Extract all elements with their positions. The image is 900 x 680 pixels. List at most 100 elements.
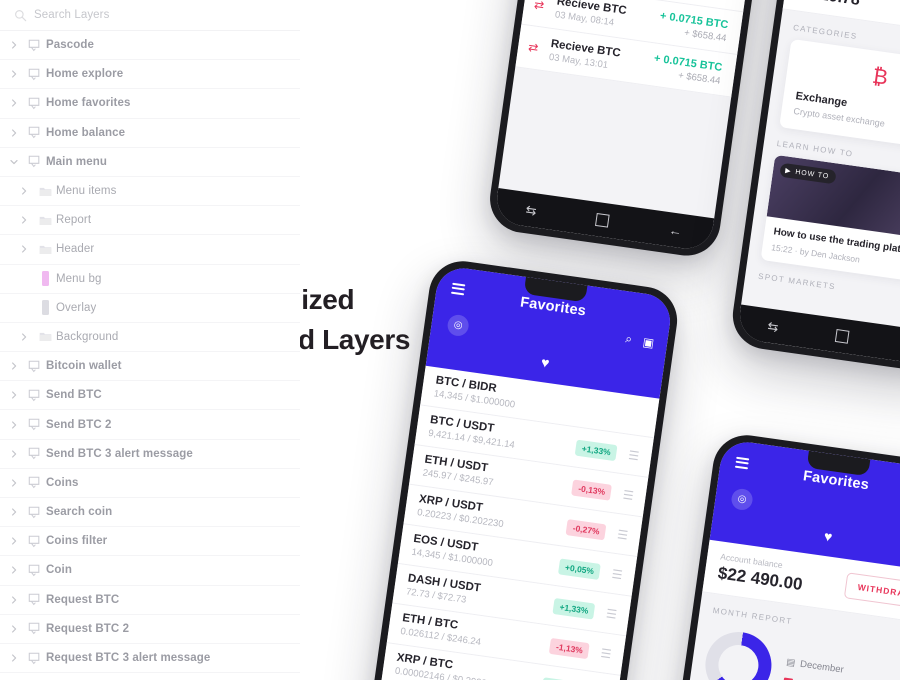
withdraw-button[interactable]: WITHDRAW	[844, 572, 900, 610]
layer-row-bitcoin-wallet[interactable]: Bitcoin wallet	[0, 352, 300, 382]
layer-row-send-btc-3-alert-message[interactable]: Send BTC 3 alert message	[0, 440, 300, 469]
layer-row-request-btc-3-alert-message[interactable]: Request BTC 3 alert message	[0, 644, 300, 674]
layer-row-home-explore[interactable]: Home explore	[0, 60, 300, 90]
chevron-right-icon[interactable]	[4, 41, 24, 49]
chevron-right-icon[interactable]	[4, 654, 24, 662]
search-icon[interactable]: ⌕	[624, 331, 633, 347]
report-amount: +$52	[782, 676, 842, 680]
layer-list[interactable]: Pascode Home explore Home favorites Home ba…	[0, 31, 300, 680]
layer-name: Request BTC	[46, 593, 120, 606]
drag-handle-icon[interactable]: ☰	[628, 447, 641, 462]
layer-row-send-btc[interactable]: Send BTC	[0, 381, 300, 411]
layer-row-menu-items[interactable]: Menu items	[0, 177, 300, 207]
howto-badge: ▶ HOW TO	[779, 162, 837, 185]
artboard-icon	[24, 535, 46, 548]
chevron-right-icon[interactable]	[4, 420, 24, 429]
home-icon[interactable]	[835, 328, 851, 344]
layer-row-search-coin[interactable]: Search coin	[0, 498, 300, 528]
qr-code-icon[interactable]: ▣	[642, 334, 655, 349]
transaction-list[interactable]: ⇄ Send BTC 11 July, 17:05 - 0.043010 BTC…	[515, 0, 770, 98]
chevron-right-icon[interactable]	[4, 479, 24, 487]
artboard-icon	[24, 476, 46, 489]
drag-handle-icon[interactable]: ☰	[605, 606, 618, 621]
layer-row-send-btc-2[interactable]: Send BTC 2	[0, 410, 300, 440]
layer-name: Search coin	[46, 506, 113, 519]
layer-name: Coins filter	[46, 535, 108, 548]
layer-name: Background	[56, 330, 119, 343]
layer-row-report[interactable]: Report	[0, 206, 300, 236]
drag-handle-icon[interactable]: ☰	[622, 487, 635, 502]
chevron-right-icon[interactable]	[4, 537, 24, 545]
color-swatch-icon	[34, 271, 56, 287]
layer-row-coins[interactable]: Coins	[0, 469, 300, 498]
layer-name: Home favorites	[46, 97, 131, 110]
phone-favorites: Favorites ⌕ ▣ ◎ ♥ BTC / BIDR 14,345 / $1…	[368, 256, 682, 680]
layer-row-menu-bg[interactable]: Menu bg	[0, 265, 300, 294]
phone-transactions: ⇄ Send BTC 11 July, 17:05 - 0.043010 BTC…	[485, 0, 779, 260]
layer-row-pascode[interactable]: Pascode	[0, 31, 300, 61]
hamburger-icon[interactable]	[451, 282, 466, 298]
layer-row-background[interactable]: Background	[0, 323, 300, 353]
back-icon[interactable]: ←	[668, 222, 683, 239]
chevron-right-icon[interactable]	[14, 333, 34, 341]
layer-row-request-btc-2[interactable]: Request BTC 2	[0, 615, 300, 644]
change-badge: -1,13%	[549, 637, 590, 659]
layer-row-btc-address[interactable]: BTC Address	[0, 673, 300, 680]
layer-name: Header	[56, 243, 95, 256]
layer-row-coin[interactable]: Coin	[0, 556, 300, 586]
chevron-right-icon[interactable]	[4, 362, 24, 370]
drag-handle-icon[interactable]: ☰	[611, 566, 624, 581]
hamburger-icon[interactable]	[734, 456, 750, 472]
drag-handle-icon[interactable]: ☰	[600, 646, 613, 661]
chevron-right-icon[interactable]	[4, 625, 24, 633]
search-icon	[15, 9, 27, 21]
phone-balance: Favorites ◎ ♥ Account balance $22 490.00…	[656, 430, 900, 680]
layer-row-request-btc[interactable]: Request BTC	[0, 586, 300, 615]
layer-name: Request BTC 2	[46, 622, 130, 635]
artboard-icon	[24, 418, 46, 431]
search-layers-row[interactable]: Search Layers	[0, 0, 300, 31]
compass-icon[interactable]: ◎	[446, 313, 470, 338]
chevron-right-icon[interactable]	[4, 508, 24, 516]
chevron-down-icon[interactable]	[4, 158, 24, 166]
chevron-right-icon[interactable]	[4, 99, 24, 108]
chevron-right-icon[interactable]	[14, 187, 34, 195]
layer-name: Home explore	[46, 68, 124, 81]
artboard-icon	[24, 593, 46, 606]
layer-row-home-balance[interactable]: Home balance	[0, 119, 300, 148]
layer-name: Main menu	[46, 155, 107, 168]
drag-handle-icon[interactable]: ☰	[616, 527, 629, 542]
chevron-right-icon[interactable]	[4, 450, 24, 458]
chevron-right-icon[interactable]	[4, 70, 24, 78]
artboard-icon	[24, 68, 46, 81]
compass-icon[interactable]: ◎	[730, 487, 754, 512]
report-month[interactable]: ▤ December	[786, 656, 845, 675]
artboard-icon	[24, 564, 46, 577]
layer-row-overlay[interactable]: Overlay	[0, 294, 300, 323]
layer-row-header[interactable]: Header	[0, 235, 300, 265]
layer-name: Pascode	[46, 39, 95, 52]
chevron-right-icon[interactable]	[14, 245, 34, 254]
artboard-icon	[24, 622, 46, 635]
chevron-right-icon[interactable]	[4, 596, 24, 604]
home-icon[interactable]	[595, 212, 611, 228]
transfer-icon: ⇄	[533, 0, 546, 13]
layer-name: Home balance	[46, 126, 126, 139]
layer-row-coins-filter[interactable]: Coins filter	[0, 527, 300, 557]
layer-row-home-favorites[interactable]: Home favorites	[0, 89, 300, 119]
layers-panel: Search Layers Pascode Home explore Home fa…	[0, 0, 300, 680]
layer-name: Coins	[46, 476, 79, 489]
layer-name: Overlay	[56, 301, 97, 314]
pair-list[interactable]: BTC / BIDR 14,345 / $1.000000 BTC / USDT…	[381, 365, 660, 680]
recents-icon[interactable]: ⇆	[767, 318, 780, 334]
chevron-right-icon[interactable]	[4, 129, 24, 137]
artboard-icon	[24, 155, 46, 168]
layer-name: Send BTC 2	[46, 418, 112, 431]
chevron-right-icon[interactable]	[14, 216, 34, 224]
layer-name: Coin	[46, 564, 72, 577]
layer-row-main-menu[interactable]: Main menu	[0, 148, 300, 177]
search-input[interactable]: Search Layers	[34, 9, 109, 21]
chevron-right-icon[interactable]	[4, 391, 24, 399]
chevron-right-icon[interactable]	[4, 566, 24, 575]
recents-icon[interactable]: ⇆	[525, 202, 538, 218]
